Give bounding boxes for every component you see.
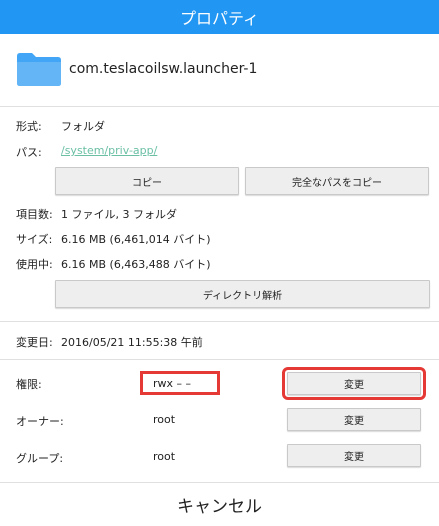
group-label: グループ: xyxy=(16,452,64,465)
path-label: パス: xyxy=(16,146,42,159)
dialog-title-bar: プロパティ xyxy=(0,0,439,34)
file-header: com.teslacoilsw.launcher-1 xyxy=(0,34,439,106)
divider xyxy=(0,106,439,107)
permissions-value: rwx – – xyxy=(153,376,192,390)
owner-value: root xyxy=(153,413,176,426)
dialog-title: プロパティ xyxy=(179,9,260,28)
change-owner-button[interactable]: 変更 xyxy=(287,408,421,431)
change-permissions-button[interactable]: 変更 xyxy=(282,367,426,400)
change-group-button[interactable]: 変更 xyxy=(287,444,421,467)
owner-label: オーナー: xyxy=(16,415,64,428)
items-value: 1 ファイル, 3 フォルダ xyxy=(61,208,177,221)
copy-full-path-button[interactable]: 完全なパスをコピー xyxy=(245,167,429,195)
divider xyxy=(0,359,439,360)
format-value: フォルダ xyxy=(61,120,105,133)
size-value: 6.16 MB (6,461,014 バイト) xyxy=(61,233,211,246)
format-label: 形式: xyxy=(16,120,42,133)
permissions-label: 権限: xyxy=(16,378,42,391)
divider xyxy=(0,321,439,322)
cancel-button[interactable]: キャンセル xyxy=(0,483,439,526)
folder-icon xyxy=(17,53,61,86)
permissions-value-box: rwx – – xyxy=(140,371,220,395)
modified-value: 2016/05/21 11:55:38 午前 xyxy=(61,336,203,349)
items-label: 項目数: xyxy=(16,208,53,221)
file-name: com.teslacoilsw.launcher-1 xyxy=(69,61,258,77)
used-value: 6.16 MB (6,463,488 バイト) xyxy=(61,258,211,271)
path-link[interactable]: /system/priv-app/ xyxy=(61,144,157,157)
group-value: root xyxy=(153,450,176,463)
copy-button[interactable]: コピー xyxy=(55,167,239,195)
used-label: 使用中: xyxy=(16,258,53,271)
directory-analysis-button[interactable]: ディレクトリ解析 xyxy=(55,280,430,308)
modified-label: 変更日: xyxy=(16,336,53,349)
size-label: サイズ: xyxy=(16,233,53,246)
